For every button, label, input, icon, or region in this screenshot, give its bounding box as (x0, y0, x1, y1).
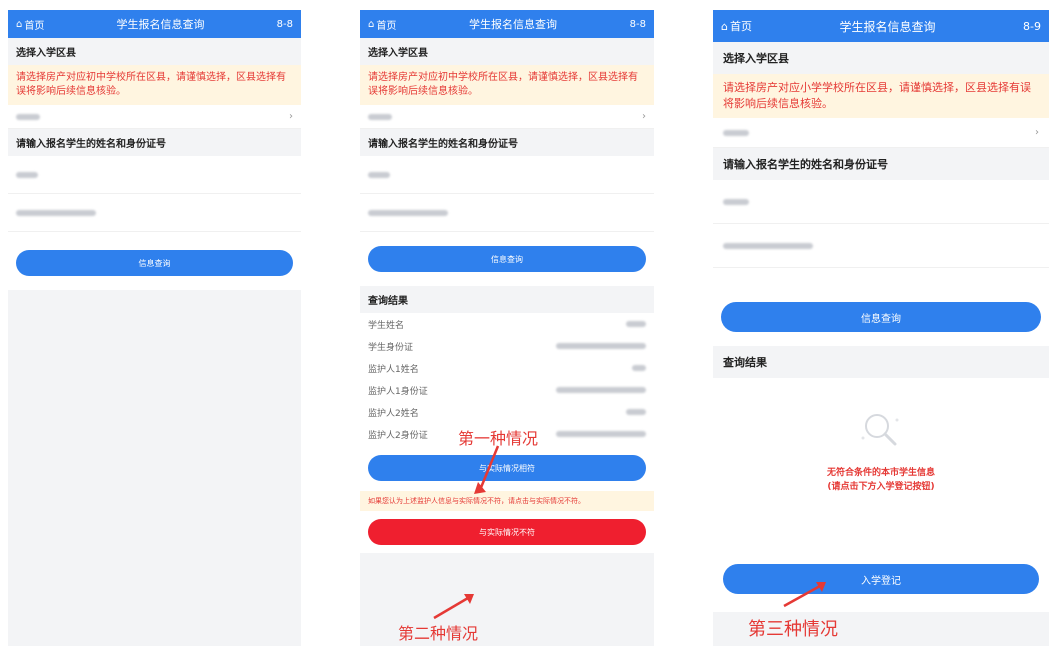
phone-screen-2: ⌂ 首页 学生报名信息查询 8-8 选择入学区县 请选择房产对应初中学校所在区县，… (360, 10, 654, 646)
select-district-title: 选择入学区县 (8, 38, 301, 65)
page-title: 学生报名信息查询 (116, 18, 205, 31)
home-link[interactable]: ⌂ 首页 (16, 17, 44, 32)
name-id-title: 请输入报名学生的姓名和身份证号 (713, 148, 1049, 180)
result-row: 监护人1身份证 (360, 379, 654, 401)
empty-result: 无符合条件的本市学生信息 (请点击下方入学登记按钮) (713, 378, 1049, 558)
home-icon: ⌂ (721, 19, 728, 33)
top-bar: ⌂ 首页 学生报名信息查询 8-8 (360, 10, 654, 38)
home-link[interactable]: ⌂ 首页 (368, 17, 396, 32)
annotation-case-3: 第三种情况 (748, 619, 838, 640)
page-title: 学生报名信息查询 (469, 18, 557, 31)
district-value (16, 113, 40, 120)
result-title: 查询结果 (713, 346, 1049, 378)
chevron-right-icon: › (289, 111, 293, 122)
home-link[interactable]: ⌂ 首页 (721, 18, 752, 34)
district-warning: 请选择房产对应初中学校所在区县，请谨慎选择，区县选择有误将影响后续信息核验。 (360, 65, 654, 105)
id-value (723, 242, 813, 249)
arrow-case-1 (474, 445, 500, 494)
query-button[interactable]: 信息查询 (721, 302, 1041, 332)
phone-screen-3: ⌂ 首页 学生报名信息查询 8-9 选择入学区县 请选择房产对应小学学校所在区县，… (713, 10, 1049, 646)
result-row: 学生身份证 (360, 335, 654, 357)
empty-hint: (请点击下方入学登记按钮) (827, 482, 935, 492)
empty-search-icon (861, 414, 899, 446)
version-label: 8-8 (629, 18, 646, 30)
version-label: 8-9 (1023, 19, 1041, 33)
name-value (723, 198, 749, 205)
phone-screen-1: ⌂ 首页 学生报名信息查询 8-8 选择入学区县 请选择房产对应初中学校所在区县，… (8, 10, 301, 646)
top-bar: ⌂ 首页 学生报名信息查询 8-9 (713, 10, 1049, 42)
mismatch-button[interactable]: 与实际情况不符 (368, 519, 646, 545)
student-id-field[interactable] (8, 194, 301, 232)
empty-message: 无符合条件的本市学生信息 (826, 468, 935, 478)
district-value (368, 113, 392, 120)
version-label: 8-8 (276, 18, 293, 30)
student-name-field[interactable] (713, 180, 1049, 224)
name-id-title: 请输入报名学生的姓名和身份证号 (8, 129, 301, 156)
name-value (368, 171, 390, 178)
top-bar: ⌂ 首页 学生报名信息查询 8-8 (8, 10, 301, 38)
register-button[interactable]: 入学登记 (723, 564, 1039, 594)
id-value (16, 209, 96, 216)
query-button[interactable]: 信息查询 (368, 246, 646, 272)
select-district-title: 选择入学区县 (360, 38, 654, 65)
district-warning: 请选择房产对应初中学校所在区县，请谨慎选择，区县选择有误将影响后续信息核验。 (8, 65, 301, 105)
district-select[interactable]: › (360, 105, 654, 129)
district-select[interactable]: › (8, 105, 301, 129)
district-warning: 请选择房产对应小学学校所在区县，请谨慎选择，区县选择有误将影响后续信息核验。 (713, 74, 1049, 118)
annotation-case-2: 第二种情况 (398, 624, 479, 643)
arrow-case-2 (433, 594, 474, 620)
district-value (723, 129, 749, 136)
result-title: 查询结果 (360, 286, 654, 313)
page-title: 学生报名信息查询 (839, 19, 936, 34)
result-row: 学生姓名 (360, 313, 654, 335)
home-icon: ⌂ (16, 18, 23, 30)
query-button[interactable]: 信息查询 (16, 250, 293, 276)
student-name-field[interactable] (360, 156, 654, 194)
arrow-case-3 (783, 582, 826, 608)
student-name-field[interactable] (8, 156, 301, 194)
chevron-right-icon: › (1035, 127, 1039, 138)
id-value (368, 209, 448, 216)
student-id-field[interactable] (713, 224, 1049, 268)
select-district-title: 选择入学区县 (713, 42, 1049, 74)
chevron-right-icon: › (642, 111, 646, 122)
name-value (16, 171, 38, 178)
result-row: 监护人1姓名 (360, 357, 654, 379)
name-id-title: 请输入报名学生的姓名和身份证号 (360, 129, 654, 156)
student-id-field[interactable] (360, 194, 654, 232)
result-row: 监护人2姓名 (360, 401, 654, 423)
home-icon: ⌂ (368, 18, 375, 30)
district-select[interactable]: › (713, 118, 1049, 148)
